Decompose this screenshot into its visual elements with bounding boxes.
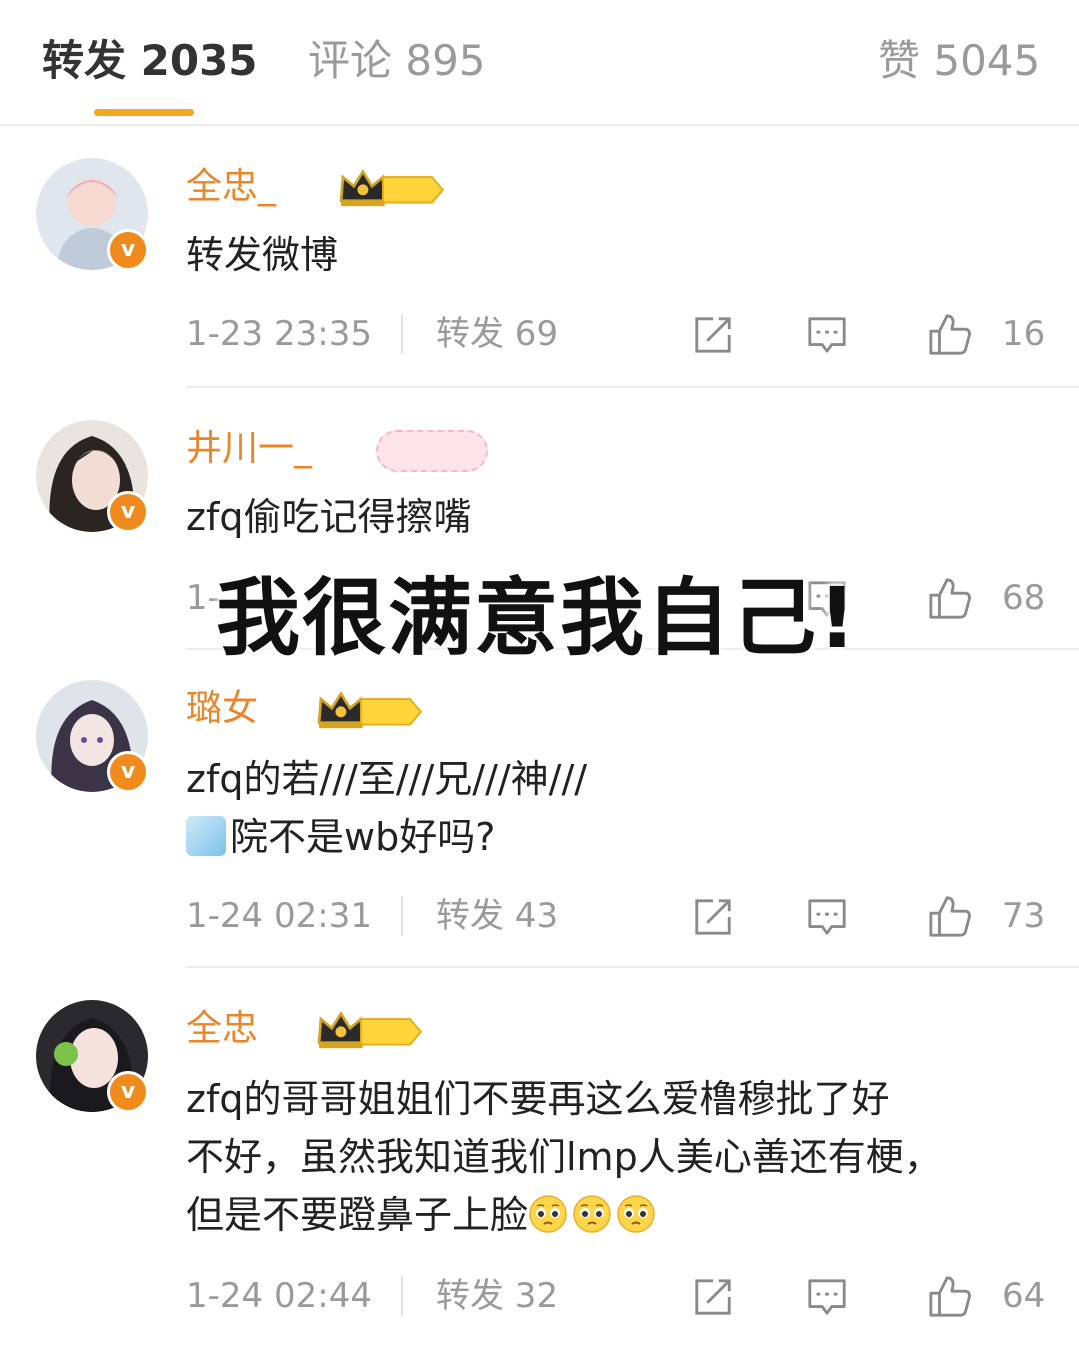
verified-icon: v [107,751,149,793]
edit-square-icon[interactable] [692,1276,734,1318]
comment-text-line: 不好，虽然我知道我们lmp人美心善还有梗， [186,1135,942,1179]
comment-text: zfq的若///至///兄///神/// 院不是wb好吗? [186,750,1056,866]
tab-likes[interactable]: 赞 5045 [878,34,1040,88]
comment-time: 1- [186,578,220,618]
verified-icon: v [107,229,149,271]
pleading-face-emoji [616,1194,656,1234]
thumbs-up-icon[interactable] [928,576,972,620]
repost-count[interactable]: 转发 43 [436,894,558,938]
pleading-face-emoji [572,1194,612,1234]
comment-text-line: 但是不要蹬鼻子上脸 [186,1186,1056,1244]
crown-badge-icon[interactable] [334,168,450,208]
like-count: 64 [1002,1276,1046,1316]
separator [401,314,403,354]
overlay-caption: 我很满意我自己! [216,569,859,667]
like-count: 73 [1002,896,1046,936]
pleading-face-emoji [528,1194,568,1234]
like-count: 68 [1002,578,1046,618]
comment-bubble-icon[interactable] [806,1276,848,1318]
comment-text-line: 院不是wb好吗? [186,808,1056,866]
tab-comments[interactable]: 评论 895 [308,34,486,88]
tab-bar: 转发 2035 评论 895 赞 5045 [0,0,1079,126]
username[interactable]: 璐女 [186,686,258,732]
comment-time: 1-23 23:35 [186,314,372,354]
comment-text: zfq的哥哥姐姐们不要再这么爱橹穆批了好 不好，虽然我知道我们lmp人美心善还有… [186,1070,1056,1244]
ice-cube-emoji [186,816,226,856]
username[interactable]: 全忠_ [186,164,276,210]
comment-text: 转发微博 [186,233,339,277]
thumbs-up-icon[interactable] [928,1274,972,1318]
comment-text-line: zfq的哥哥姐姐们不要再这么爱橹穆批了好 [186,1077,890,1121]
comment-text: zfq偷吃记得擦嘴 [186,495,472,539]
divider [186,386,1079,388]
separator [401,1276,403,1316]
crown-badge-icon[interactable] [312,690,428,730]
verified-icon: v [107,1071,149,1113]
active-tab-indicator [94,109,194,116]
username[interactable]: 全忠 [186,1006,258,1052]
thumbs-up-icon[interactable] [928,312,972,356]
username[interactable]: 井川一_ [186,426,312,472]
comment-bubble-icon[interactable] [806,896,848,938]
repost-count[interactable]: 转发 32 [436,1274,558,1318]
edit-square-icon[interactable] [692,896,734,938]
crown-badge-icon[interactable] [376,430,488,472]
verified-icon: v [107,491,149,533]
comment-time: 1-24 02:31 [186,896,372,936]
like-count: 16 [1002,314,1046,354]
separator [401,896,403,936]
thumbs-up-icon[interactable] [928,894,972,938]
edit-square-icon[interactable] [692,314,734,356]
tab-reposts[interactable]: 转发 2035 [42,34,258,88]
comment-bubble-icon[interactable] [806,314,848,356]
repost-count[interactable]: 转发 69 [436,312,558,356]
crown-badge-icon[interactable] [312,1010,428,1050]
divider [186,966,1079,968]
comment-text-line: zfq的若///至///兄///神/// [186,757,588,801]
comment-time: 1-24 02:44 [186,1276,372,1316]
